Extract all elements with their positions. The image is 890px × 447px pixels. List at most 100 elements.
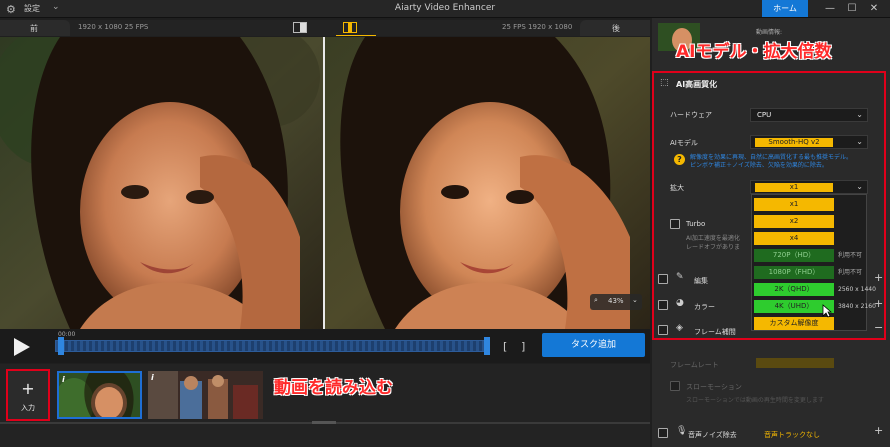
model-desc-2: ピンボケ補正＋ノイズ除去、欠陥を効果的に除去。 bbox=[690, 162, 828, 169]
mark-in-icon[interactable]: [ bbox=[503, 340, 507, 353]
add-task-button[interactable]: タスク追加 bbox=[542, 333, 645, 357]
close-icon[interactable]: ✕ bbox=[864, 1, 884, 17]
single-view-icon[interactable] bbox=[293, 22, 307, 33]
home-button[interactable]: ホーム bbox=[762, 0, 808, 17]
timeline-track[interactable] bbox=[55, 340, 490, 352]
info-marker: i bbox=[62, 375, 65, 384]
after-frame bbox=[325, 37, 650, 329]
noise-add-icon[interactable]: + bbox=[874, 424, 883, 437]
zoom-icon: ⌕ bbox=[594, 296, 598, 304]
frame-rate-label: フレームレート bbox=[670, 361, 719, 369]
option-x2[interactable]: x2 bbox=[754, 215, 834, 228]
timeline: 00:00 [ ] タスク追加 bbox=[0, 329, 650, 363]
noise-checkbox[interactable] bbox=[658, 428, 668, 438]
input-button[interactable]: + 入力 bbox=[6, 369, 50, 421]
option-x4[interactable]: x4 bbox=[754, 232, 834, 245]
ai-enhance-header[interactable]: ⬚ AI高画質化 bbox=[658, 75, 880, 93]
upscale-dropdown: x1 x2 x4 720P（HD） 利用不可 1080P（FHD） 利用不可 2… bbox=[751, 194, 876, 331]
zoom-control[interactable]: ⌕ 43% ⌄ bbox=[590, 294, 642, 310]
hardware-select[interactable]: CPU ⌄ bbox=[750, 108, 868, 122]
edit-label: 編集 bbox=[694, 277, 708, 285]
before-label: 前 bbox=[30, 24, 38, 33]
option-1080p: 1080P（FHD） 利用不可 bbox=[754, 266, 862, 279]
resolution-2k: 2560 x 1440 bbox=[838, 286, 876, 293]
noise-label: 音声ノイズ除去 bbox=[688, 431, 737, 439]
option-x1[interactable]: x1 bbox=[754, 198, 834, 211]
video-thumbnail-1[interactable]: i bbox=[57, 371, 142, 419]
upscale-select[interactable]: x1 ⌄ bbox=[750, 180, 868, 194]
video-info-label: 動画情報: bbox=[756, 29, 783, 36]
edit-icon: ✎ bbox=[676, 272, 684, 282]
media-strip: + 入力 i i 動画を読み込む bbox=[0, 364, 650, 447]
maximize-icon[interactable]: ☐ bbox=[842, 1, 862, 17]
frame-interp-checkbox[interactable] bbox=[658, 325, 668, 335]
load-video-annotation: 動画を読み込む bbox=[274, 378, 393, 398]
frame-rate-select bbox=[756, 358, 834, 368]
turbo-desc-2: レードオフがありま bbox=[686, 244, 741, 251]
frame-interp-icon: ◈ bbox=[676, 323, 683, 333]
trim-end-handle[interactable] bbox=[484, 337, 490, 355]
after-info: 25 FPS 1920 x 1080 bbox=[502, 23, 573, 31]
cursor-icon bbox=[822, 304, 832, 318]
after-label: 後 bbox=[612, 24, 620, 33]
zoom-value: 43% bbox=[608, 297, 624, 305]
play-icon[interactable] bbox=[10, 336, 32, 358]
before-tab: 前 bbox=[0, 20, 70, 36]
chevron-down-icon: ⌄ bbox=[632, 296, 638, 304]
app-title: Aiarty Video Enhancer bbox=[394, 3, 496, 13]
mark-out-icon[interactable]: ] bbox=[521, 340, 525, 353]
before-frame bbox=[0, 37, 323, 329]
edit-checkbox[interactable] bbox=[658, 274, 668, 284]
minimize-icon[interactable]: — bbox=[820, 1, 840, 17]
upscale-value: x1 bbox=[755, 183, 833, 192]
collapse-icon[interactable]: − bbox=[874, 321, 883, 334]
active-view-underline bbox=[336, 35, 376, 36]
slowmo-checkbox bbox=[670, 381, 680, 391]
resolution-4k: 3840 x 2160 bbox=[838, 303, 876, 310]
chevron-down-icon: ⌄ bbox=[856, 182, 863, 191]
info-marker: i bbox=[151, 373, 154, 382]
ai-model-select[interactable]: Smooth-HQ v2 ⌄ bbox=[750, 135, 868, 149]
video-preview[interactable] bbox=[0, 37, 650, 329]
help-icon[interactable]: ? bbox=[674, 154, 685, 165]
section-title: AI高画質化 bbox=[676, 80, 718, 89]
settings-panel: 動画情報: AIモデル・拡大倍数 ⬚ AI高画質化 ハードウェア CPU ⌄ A… bbox=[652, 18, 890, 447]
chevron-down-icon: ⌄ bbox=[856, 110, 863, 119]
ai-model-label: AIモデル bbox=[670, 139, 698, 147]
trim-start-handle[interactable] bbox=[58, 337, 64, 355]
input-label: 入力 bbox=[21, 404, 35, 412]
turbo-checkbox[interactable] bbox=[670, 219, 680, 229]
slowmo-label: スローモーション bbox=[686, 383, 742, 391]
palette-icon: ◕ bbox=[676, 298, 684, 308]
enhance-icon: ⬚ bbox=[660, 78, 669, 88]
microphone-icon: 🎙 bbox=[676, 426, 688, 436]
video-thumbnail-2[interactable]: i bbox=[148, 371, 263, 419]
hardware-label: ハードウェア bbox=[670, 111, 712, 119]
gear-icon[interactable]: ⚙ bbox=[6, 3, 16, 16]
ai-model-value: Smooth-HQ v2 bbox=[755, 138, 833, 147]
color-checkbox[interactable] bbox=[658, 300, 668, 310]
option-custom[interactable]: カスタム解像度 bbox=[754, 317, 834, 330]
resize-grip[interactable] bbox=[312, 421, 336, 424]
option-2k[interactable]: 2K（QHD） 2560 x 1440 bbox=[754, 283, 876, 296]
chevron-down-icon[interactable]: ⌄ bbox=[52, 2, 60, 12]
plus-icon: + bbox=[21, 379, 35, 398]
upscale-label: 拡大 bbox=[670, 184, 684, 192]
before-info: 1920 x 1080 25 FPS bbox=[78, 23, 149, 31]
turbo-desc-1: AI加工速度を最適化 bbox=[686, 235, 740, 242]
ai-model-annotation: AIモデル・拡大倍数 bbox=[676, 42, 832, 62]
title-bar: ⚙ 設定 ⌄ Aiarty Video Enhancer ホーム — ☐ ✕ bbox=[0, 0, 890, 18]
chevron-down-icon: ⌄ bbox=[856, 137, 863, 146]
after-tab: 後 bbox=[580, 20, 650, 36]
unavailable-note: 利用不可 bbox=[838, 269, 863, 276]
viewer-header: 前 1920 x 1080 25 FPS 25 FPS 1920 x 1080 … bbox=[0, 20, 650, 36]
color-label: カラー bbox=[694, 303, 715, 311]
option-720p: 720P（HD） 利用不可 bbox=[754, 249, 862, 262]
unavailable-note: 利用不可 bbox=[838, 252, 863, 259]
turbo-label: Turbo bbox=[686, 220, 706, 228]
noise-value: 音声トラックなし bbox=[764, 431, 820, 439]
split-view-icon[interactable] bbox=[343, 22, 357, 33]
frame-interp-label: フレーム補間 bbox=[694, 328, 736, 336]
settings-menu[interactable]: 設定 bbox=[24, 3, 40, 14]
hardware-value: CPU bbox=[757, 111, 772, 119]
